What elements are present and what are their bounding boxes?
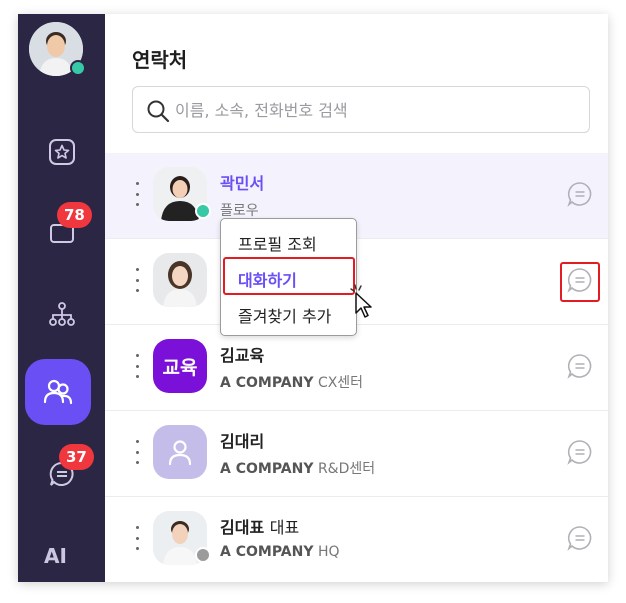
contact-affiliation: 플로우 bbox=[220, 203, 259, 219]
search-box[interactable] bbox=[132, 86, 590, 133]
chat-icon[interactable] bbox=[567, 181, 593, 207]
page-title: 연락처 bbox=[132, 48, 188, 72]
contact-affiliation: A COMPANY HQ bbox=[220, 544, 340, 560]
sidebar: 78 37 AI bbox=[18, 14, 105, 582]
avatar-text: 교육 bbox=[162, 356, 198, 379]
ai-label: AI bbox=[44, 544, 67, 568]
more-menu-icon[interactable] bbox=[133, 440, 141, 464]
contact-title: 대표 bbox=[269, 518, 300, 537]
contact-name: 김교육 bbox=[220, 346, 265, 365]
online-status-dot bbox=[70, 60, 86, 76]
online-status-dot bbox=[195, 203, 211, 219]
contact-name: 김대표 대표 bbox=[220, 518, 300, 537]
contacts-nav-button[interactable] bbox=[25, 359, 91, 425]
contact-name: 김대리 bbox=[220, 432, 265, 451]
app-window: 78 37 AI 연락처 이름, 소속, 전화번호 검색 곽민서 플로우 교육 … bbox=[18, 14, 608, 582]
org-chart-button[interactable] bbox=[42, 294, 82, 334]
contact-row[interactable]: 김대표 대표 A COMPANY HQ bbox=[105, 497, 608, 582]
menu-item-add-favorite[interactable]: 즐겨찾기 추가 bbox=[238, 303, 331, 327]
contact-row[interactable]: 김대리 A COMPANY R&D센터 bbox=[105, 411, 608, 497]
search-icon bbox=[147, 100, 170, 123]
chat-rooms-badge: 78 bbox=[57, 202, 92, 228]
chat-icon[interactable] bbox=[567, 525, 593, 551]
person-icon bbox=[168, 440, 192, 466]
ai-assistant-icon[interactable]: AI bbox=[44, 544, 67, 568]
contact-avatar bbox=[153, 425, 207, 479]
menu-item-view-profile[interactable]: 프로필 조회 bbox=[238, 231, 317, 255]
more-menu-icon[interactable] bbox=[133, 526, 141, 550]
more-menu-icon[interactable] bbox=[133, 354, 141, 378]
favorites-button[interactable] bbox=[42, 132, 82, 172]
org-chart-icon bbox=[49, 302, 75, 326]
chat-icon[interactable] bbox=[567, 353, 593, 379]
more-menu-icon[interactable] bbox=[133, 268, 141, 292]
context-menu: 프로필 조회 대화하기 즐겨찾기 추가 bbox=[220, 218, 357, 336]
star-icon bbox=[49, 139, 75, 165]
messages-badge: 37 bbox=[59, 444, 94, 470]
chat-icon[interactable] bbox=[567, 267, 593, 293]
contact-row[interactable]: 교육 김교육 A COMPANY CX센터 bbox=[105, 325, 608, 411]
offline-status-dot bbox=[195, 547, 211, 563]
chat-icon[interactable] bbox=[567, 439, 593, 465]
search-input[interactable] bbox=[175, 95, 575, 125]
contact-name: 곽민서 bbox=[220, 174, 265, 193]
menu-item-start-chat[interactable]: 대화하기 bbox=[238, 267, 297, 291]
more-menu-icon[interactable] bbox=[133, 182, 141, 206]
mouse-cursor-icon bbox=[350, 284, 372, 318]
contacts-icon bbox=[43, 379, 73, 405]
contact-avatar: 교육 bbox=[153, 339, 207, 393]
contact-avatar bbox=[153, 253, 207, 307]
contact-affiliation: A COMPANY R&D센터 bbox=[220, 461, 376, 477]
contact-affiliation: A COMPANY CX센터 bbox=[220, 375, 364, 391]
